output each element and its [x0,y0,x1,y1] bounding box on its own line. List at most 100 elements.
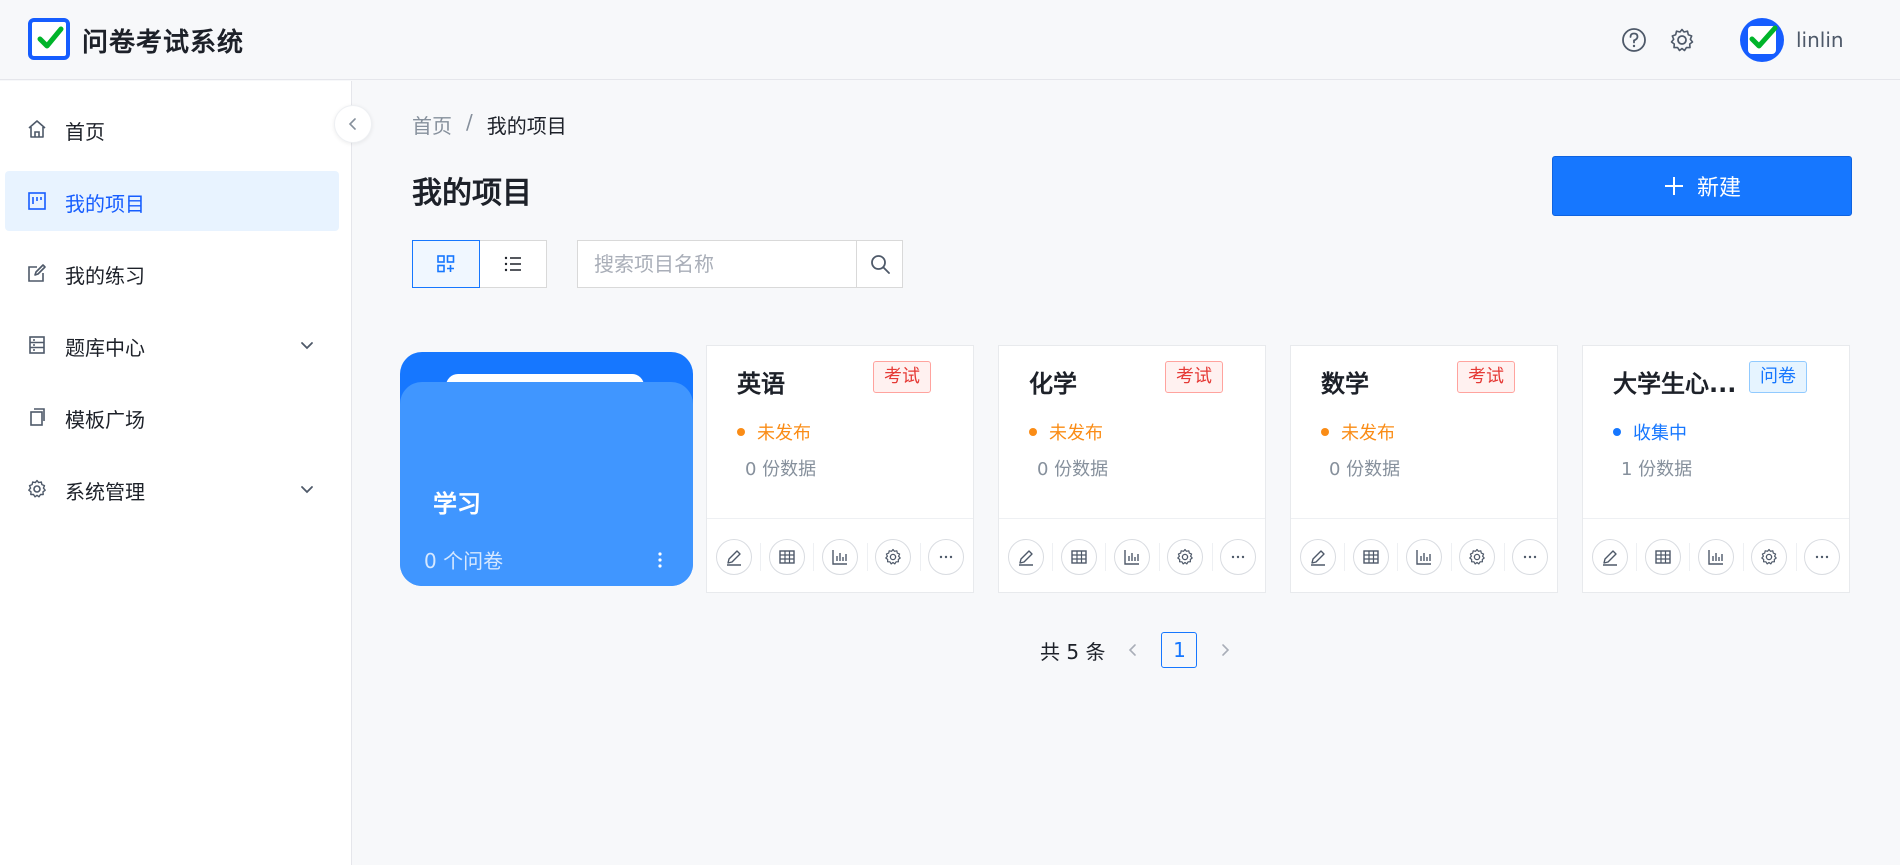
settings-button[interactable] [1751,538,1788,575]
project-actions [1291,518,1557,593]
gear-icon[interactable] [1668,26,1696,54]
status-text: 未发布 [757,423,811,444]
plus-icon [1664,177,1683,195]
question-circle-icon[interactable] [1620,26,1648,54]
statistics-button[interactable] [821,538,858,575]
more-horizontal-icon [1232,555,1245,558]
more-vertical-icon[interactable] [648,548,672,572]
new-project-label: 新建 [1696,176,1741,201]
sidebar-item-my-projects[interactable]: 我的项目 [5,171,339,231]
project-type-tag: 考试 [1165,361,1223,393]
pen-icon [1602,549,1617,566]
more-button[interactable] [1512,538,1549,575]
project-type-tag: 考试 [1457,361,1515,393]
project-data-count: 0 份数据 [745,459,817,480]
avatar[interactable] [1740,18,1784,62]
settings-button[interactable] [875,538,912,575]
folder-card[interactable]: 学习 0 个问卷 [400,352,693,586]
project-type-tag: 问卷 [1749,361,1807,393]
more-button[interactable] [1804,538,1841,575]
project-title: 数学 [1321,370,1369,398]
next-page-button[interactable] [1215,640,1235,660]
project-card[interactable]: 英语 考试 未发布 0 份数据 [706,345,974,593]
chevron-left-icon [1129,644,1137,656]
sidebar-item-question-bank[interactable]: 题库中心 [5,315,339,375]
new-project-button[interactable]: 新建 [1552,156,1852,216]
pen-icon [1018,549,1033,566]
project-data-count: 1 份数据 [1621,459,1693,480]
sidebar-item-label: 模板广场 [65,408,145,432]
edit-icon [28,264,46,282]
bar-chart-icon [1124,549,1139,565]
grid-view-button[interactable] [412,240,480,288]
breadcrumb: 首页 / 我的项目 [412,110,567,139]
status-dot [737,428,745,436]
pagination: 共 5 条 1 [1040,632,1235,668]
gear-icon [28,479,46,498]
more-horizontal-icon [1524,555,1537,558]
search-button[interactable] [856,240,903,288]
project-actions [707,518,973,593]
status-dot [1321,428,1329,436]
copy-icon [30,408,45,426]
project-status: 收集中 [1613,419,1687,445]
project-card[interactable]: 数学 考试 未发布 0 份数据 [1290,345,1558,593]
chevron-left-icon [348,118,356,130]
data-table-button[interactable] [1644,538,1681,575]
project-card[interactable]: 大学生心... 问卷 收集中 1 份数据 [1582,345,1850,593]
statistics-button[interactable] [1113,538,1150,575]
status-dot [1029,428,1037,436]
more-button[interactable] [928,538,965,575]
statistics-button[interactable] [1697,538,1734,575]
more-horizontal-icon [940,555,953,558]
breadcrumb-home-link[interactable]: 首页 [412,110,452,139]
project-data-count: 0 份数据 [1037,459,1109,480]
bar-chart-icon [1708,549,1723,565]
project-actions [1583,518,1849,593]
prev-page-button[interactable] [1123,640,1143,660]
sidebar-item-my-practice[interactable]: 我的练习 [5,243,339,303]
settings-button[interactable] [1167,538,1204,575]
sidebar-item-template-square[interactable]: 模板广场 [5,387,339,447]
search-icon [870,255,890,274]
folder-name: 学习 [433,490,481,518]
project-card[interactable]: 化学 考试 未发布 0 份数据 [998,345,1266,593]
sidebar: 首页 我的项目 我的练习 题库中心 模板广场 系统管理 [0,81,352,865]
page-number-button[interactable]: 1 [1161,632,1198,668]
search-input[interactable] [577,240,857,288]
edit-button[interactable] [715,538,752,575]
more-button[interactable] [1220,538,1257,575]
edit-button[interactable] [1007,538,1044,575]
data-table-button[interactable] [1352,538,1389,575]
gear-icon [885,548,901,564]
pen-icon [1310,549,1325,566]
status-text: 未发布 [1049,423,1103,444]
edit-button[interactable] [1591,538,1628,575]
project-status: 未发布 [737,419,811,445]
sidebar-item-system-management[interactable]: 系统管理 [5,459,339,519]
project-status: 未发布 [1029,419,1103,445]
chevron-down-icon [301,486,313,494]
more-horizontal-icon [1816,555,1829,558]
app-logo-icon [28,18,70,60]
gear-icon [1177,548,1193,564]
bar-chart-icon [832,549,847,565]
list-view-button[interactable] [479,240,547,288]
sidebar-item-label: 我的练习 [65,264,145,288]
data-table-button[interactable] [768,538,805,575]
sidebar-collapse-button[interactable] [334,105,372,143]
sidebar-item-label: 题库中心 [65,336,145,360]
project-title: 英语 [737,370,785,398]
settings-button[interactable] [1459,538,1496,575]
database-icon [29,336,45,354]
sidebar-item-label: 系统管理 [65,480,145,504]
page-title: 我的项目 [412,176,532,211]
data-table-button[interactable] [1060,538,1097,575]
sidebar-item-label: 我的项目 [65,192,145,216]
status-text: 收集中 [1633,423,1687,444]
statistics-button[interactable] [1405,538,1442,575]
edit-button[interactable] [1299,538,1336,575]
sidebar-item-home[interactable]: 首页 [5,99,339,159]
username[interactable]: linlin [1796,28,1844,52]
sidebar-item-label: 首页 [65,120,105,144]
